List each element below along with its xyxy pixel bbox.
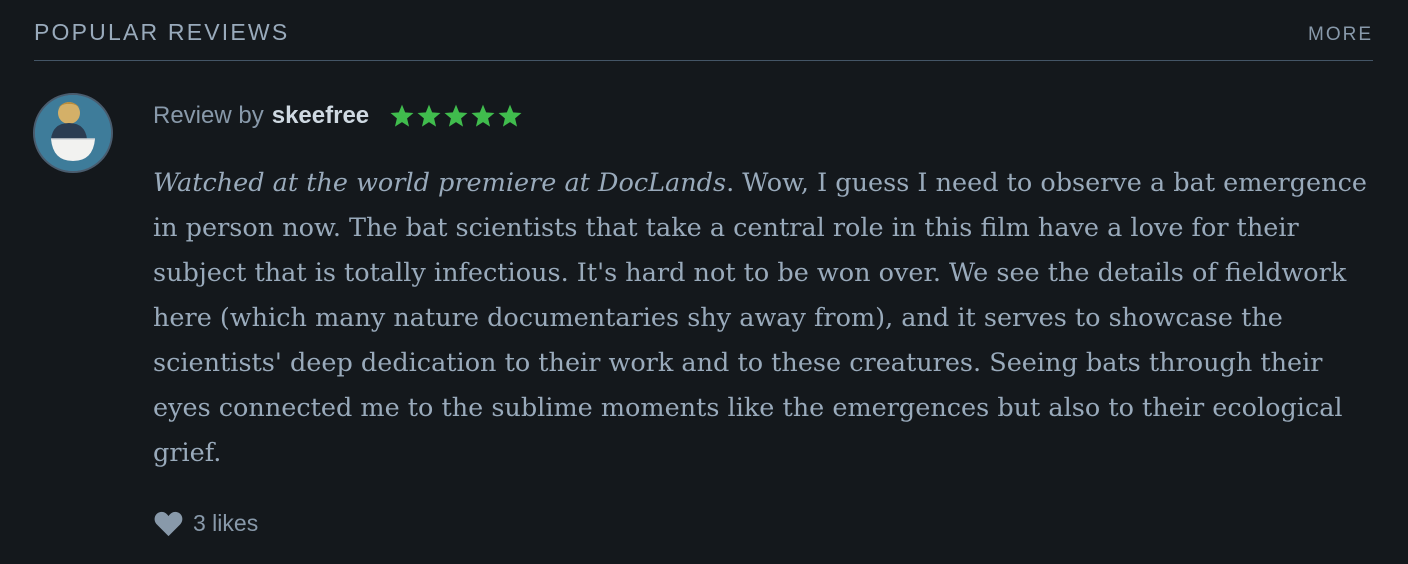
star-icon [498,104,522,127]
more-link[interactable]: MORE [1308,24,1373,46]
star-icon [471,104,495,127]
star-icon [390,104,414,127]
star-icon [417,104,441,127]
star-icon [444,104,468,127]
section-title: POPULAR REVIEWS [34,19,290,45]
review-body-italic: Watched at the world premiere at DocLand… [153,168,727,198]
reviewer-username[interactable]: skeefree [272,102,369,130]
likes: 3 likes [153,510,258,537]
review-attribution: Review by skeefree [153,100,523,132]
avatar[interactable] [33,93,113,173]
section-header: POPULAR REVIEWS MORE [34,0,1373,61]
avatar-image [35,95,111,171]
likes-count: 3 likes [193,510,259,536]
heart-icon[interactable] [153,511,184,537]
review-body: Watched at the world premiere at DocLand… [153,161,1373,476]
review-by-label: Review by [153,102,264,129]
review-body-text: . Wow, I guess I need to observe a bat e… [153,168,1367,468]
rating-stars [389,103,523,129]
